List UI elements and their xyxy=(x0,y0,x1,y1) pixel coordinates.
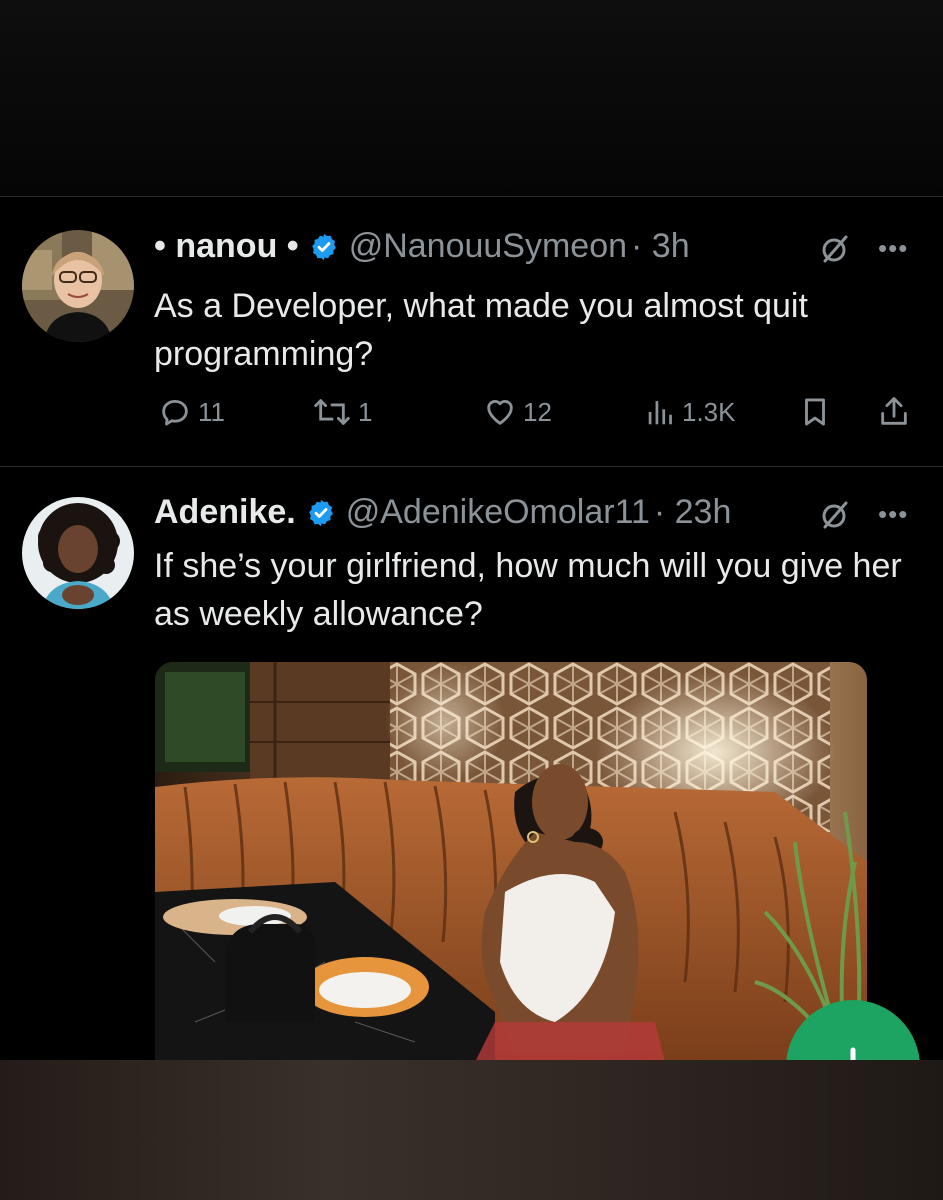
verified-badge-icon xyxy=(306,498,336,528)
share-icon xyxy=(881,397,907,425)
like-button[interactable]: 12 xyxy=(483,395,552,429)
views-button[interactable]: 1.3K xyxy=(646,395,736,429)
reply-icon xyxy=(162,399,188,426)
timestamp[interactable]: · 23h xyxy=(654,493,732,532)
handle[interactable]: @AdenikeOmolar11 xyxy=(346,493,650,532)
top-dark-region xyxy=(0,0,943,196)
bookmark-button[interactable] xyxy=(798,395,832,429)
tweet-header: • nanou • @NanouuSymeon · 3h xyxy=(154,227,690,266)
avatar[interactable] xyxy=(22,230,134,342)
tweet-header: Adenike. @AdenikeOmolar11 · 23h xyxy=(154,493,731,532)
top-divider xyxy=(0,196,943,197)
display-name[interactable]: Adenike. xyxy=(154,493,296,532)
display-name[interactable]: • nanou • xyxy=(154,227,299,266)
repost-button[interactable]: 1 xyxy=(312,395,372,429)
grok-icon[interactable] xyxy=(820,234,850,264)
repost-count: 1 xyxy=(358,396,373,427)
heart-icon xyxy=(487,400,513,425)
tweet-text: As a Developer, what made you almost qui… xyxy=(154,287,808,373)
grok-icon[interactable] xyxy=(820,500,850,530)
reply-count: 11 xyxy=(198,396,225,427)
avatar[interactable] xyxy=(22,497,134,609)
like-count: 12 xyxy=(523,396,552,427)
views-icon xyxy=(648,401,672,425)
verified-badge-icon xyxy=(309,232,339,262)
bottom-blurred-region xyxy=(0,1060,943,1200)
tweet-text: If she’s your girlfriend, how much will … xyxy=(154,547,902,633)
views-count: 1.3K xyxy=(682,396,736,427)
handle[interactable]: @NanouuSymeon xyxy=(349,227,627,266)
timestamp[interactable]: · 3h xyxy=(631,227,690,266)
bookmark-icon xyxy=(805,398,825,426)
share-button[interactable] xyxy=(876,395,912,429)
photo xyxy=(155,662,867,1062)
tweet-actions: 11 1 12 1.3K xyxy=(158,395,918,429)
more-icon[interactable]: ••• xyxy=(878,499,908,530)
more-icon[interactable]: ••• xyxy=(878,233,908,264)
reply-button[interactable]: 11 xyxy=(158,395,225,429)
tweet-divider xyxy=(0,466,943,467)
tweet-media-image[interactable] xyxy=(155,662,867,1062)
repost-icon xyxy=(314,399,350,425)
